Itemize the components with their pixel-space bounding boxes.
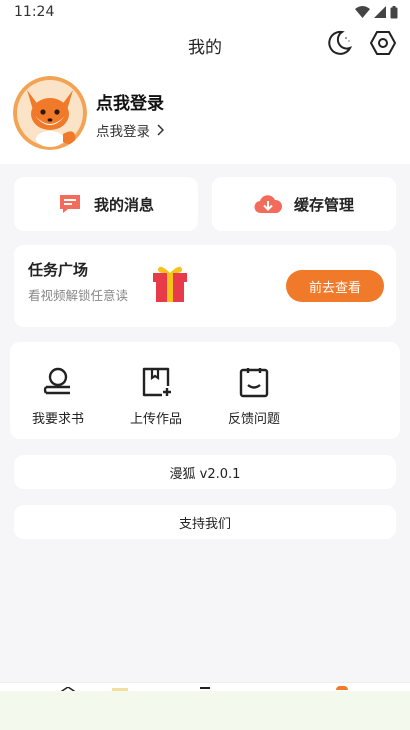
upload-work-label: 上传作品 [129,412,182,427]
wifi-icon [355,6,370,18]
bottom-navigation [0,682,410,730]
task-square-title: 任务广场 [28,261,89,279]
tools-card: 我要求书 上传作品 反馈问题 [10,342,400,439]
support-text: 支持我们 [178,516,231,532]
request-book-label: 我要求书 [31,412,84,427]
nav-bottom-area [0,691,410,730]
gear-icon [370,31,396,55]
login-title[interactable]: 点我登录 [96,89,164,114]
version-text: 漫狐 v2.0.1 [169,466,241,482]
upload-work-button[interactable]: 上传作品 [116,364,196,427]
feedback-icon [239,368,269,398]
avatar[interactable] [13,76,87,150]
upload-work-icon [142,367,171,397]
feedback-label: 反馈问题 [227,412,280,427]
feedback-button[interactable]: 反馈问题 [214,364,294,427]
version-row[interactable]: 漫狐 v2.0.1 [14,455,396,489]
status-time: 11:24 [14,4,55,20]
battery-icon [390,5,398,18]
fox-avatar-icon [13,76,87,150]
login-link[interactable]: 点我登录 [96,120,164,140]
settings-button[interactable] [366,26,400,60]
cloud-download-icon [254,195,282,214]
dark-mode-button[interactable] [322,26,356,60]
request-book-icon [43,367,70,395]
request-book-button[interactable]: 我要求书 [18,364,98,427]
cache-management-label: 缓存管理 [293,195,354,214]
go-view-button[interactable]: 前去查看 [286,270,384,302]
login-subtitle: 点我登录 [96,124,150,140]
profile-header: 我的 点我登录 点我登录 [0,24,410,164]
cache-management-button[interactable]: 缓存管理 [212,177,396,231]
task-square-card[interactable]: 任务广场 看视频解锁任意读 前去查看 [14,245,396,327]
status-bar: 11:24 [0,0,410,24]
status-icons [355,5,398,19]
task-square-subtitle: 看视频解锁任意读 [28,288,129,303]
gift-icon [153,266,187,302]
mine-nav-icon[interactable] [336,686,348,690]
message-icon [59,195,80,213]
chevron-right-icon [157,124,164,136]
support-row[interactable]: 支持我们 [14,505,396,539]
moon-icon [328,30,353,55]
my-messages-button[interactable]: 我的消息 [14,177,198,231]
my-messages-label: 我的消息 [93,195,154,214]
signal-icon [374,6,386,18]
bookshelf-nav-icon[interactable] [200,687,210,689]
